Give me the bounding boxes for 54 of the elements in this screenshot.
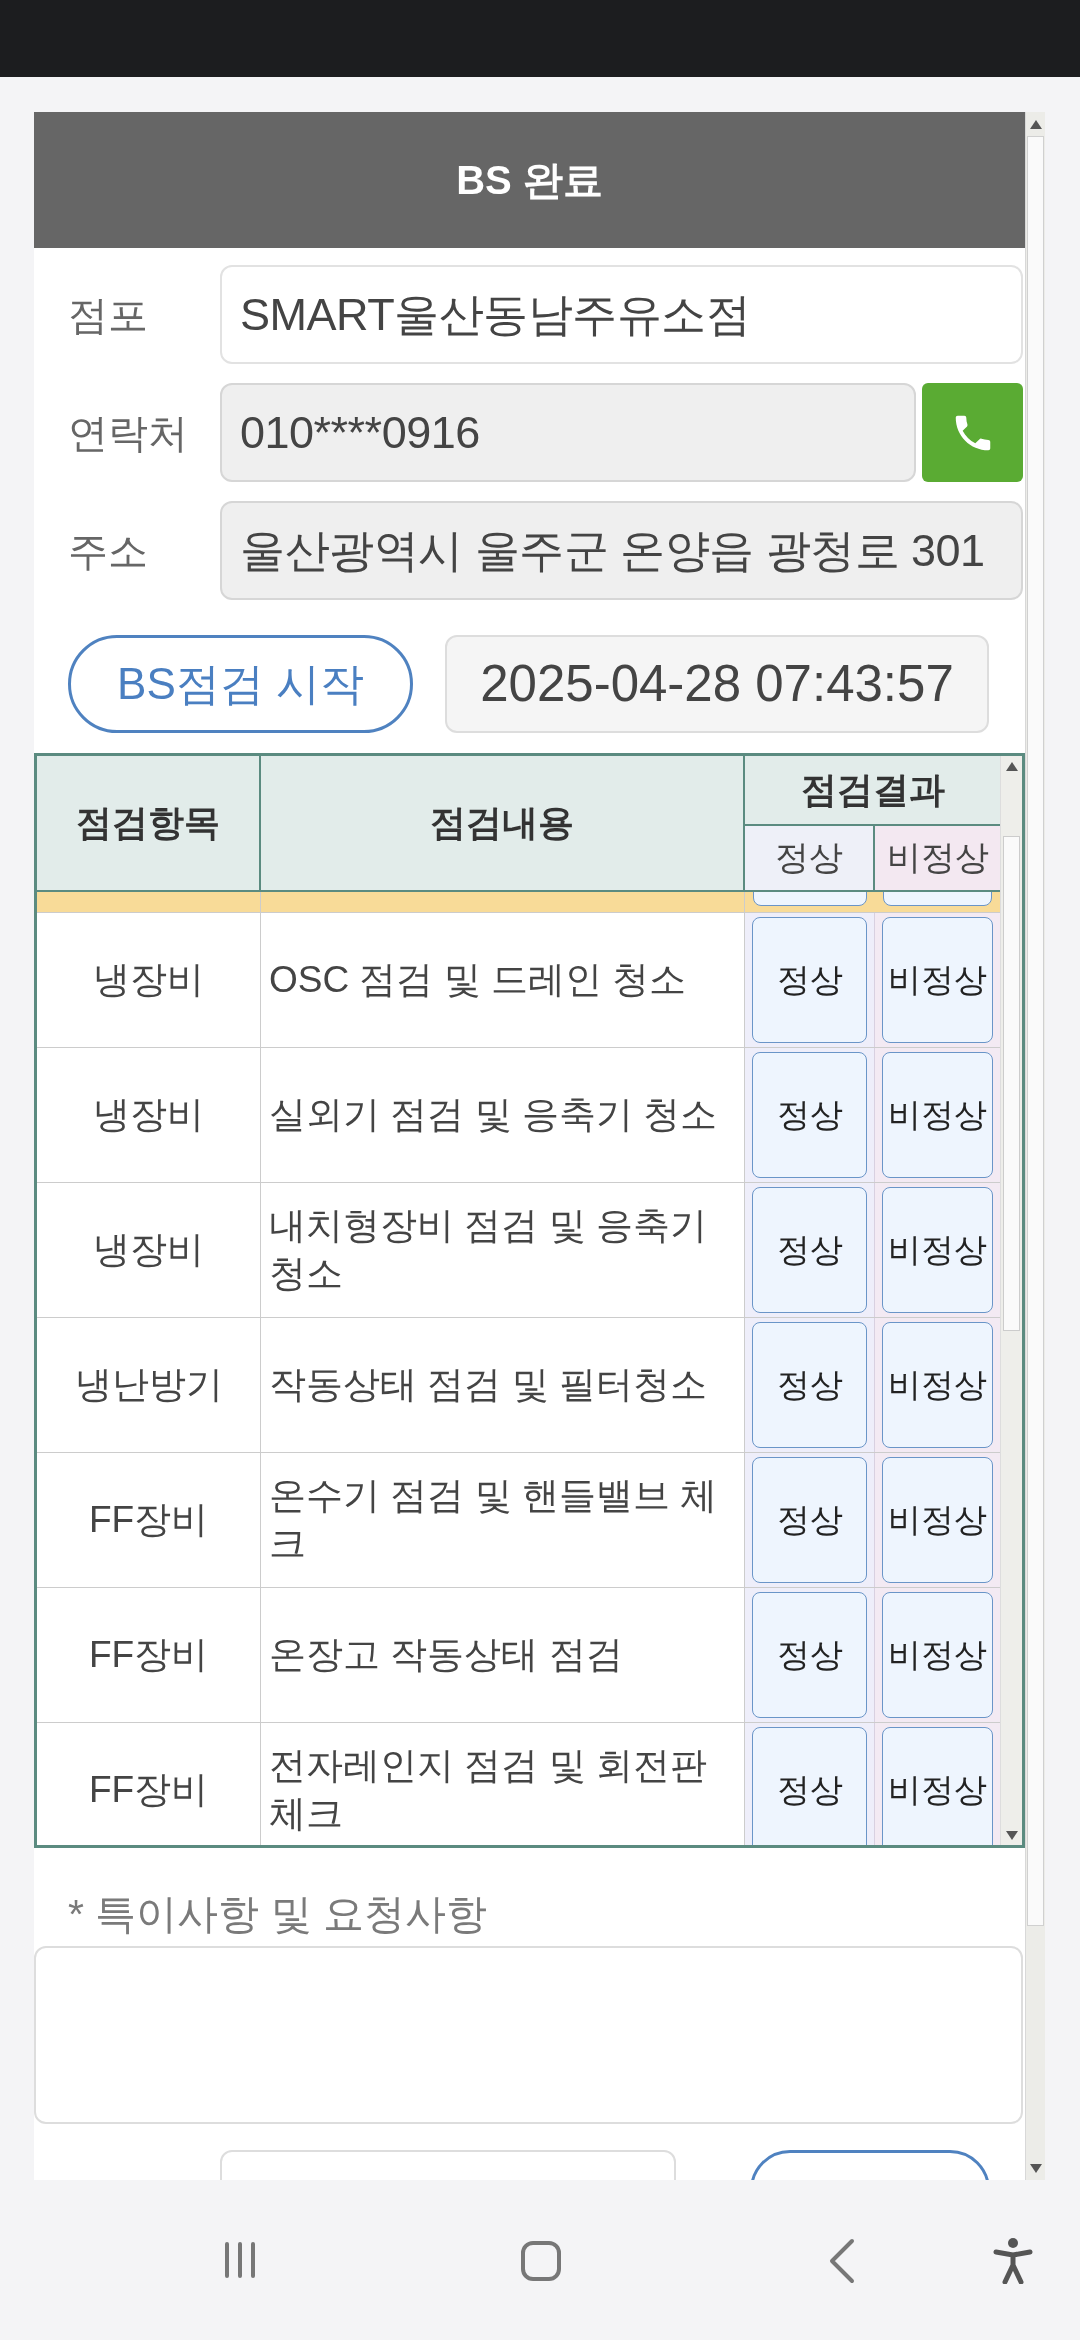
column-header: 점검항목 [37,756,261,890]
page-title: BS 완료 [456,157,603,204]
start-inspection-button[interactable]: BS점검 시작 [68,635,413,733]
scrollbar[interactable] [1000,756,1022,1845]
abnormal-button[interactable]: 비정상 [882,917,993,1043]
notes-field[interactable] [34,1945,1023,2124]
table-cell: 냉장비 [37,913,261,1047]
normal-button[interactable]: 정상 [752,1187,867,1313]
table-cell: FF장비 [37,1453,261,1587]
timestamp-field: 2025-04-28 07:43:57 [445,635,989,733]
notes-label: * 특이사항 및 요청사항 [68,1891,488,1937]
table-cell-text: 내치형장비 점검 및 응축기 청소 [269,1204,708,1296]
table-cell-text: 온수기 점검 및 핸들밸브 체크 [269,1474,719,1566]
field-label: 주소 [67,527,149,575]
back-icon[interactable] [828,2238,856,2284]
abnormal-button[interactable]: 비정상 [882,1727,993,1845]
text-field[interactable]: 울산광역시 울주군 온양읍 광청로 301 [220,501,1023,600]
abnormal-button[interactable]: 비정상 [882,1187,993,1313]
phone-field[interactable]: 010****0916 [220,383,916,482]
column-header: 비정상 [875,825,1000,890]
text-field[interactable]: SMART울산동남주유소점 [220,265,1023,364]
page-scrollbar[interactable] [1025,112,1045,2180]
abnormal-button[interactable]: 비정상 [882,1592,993,1718]
normal-button[interactable]: 정상 [752,1727,867,1845]
abnormal-button[interactable]: 비정상 [882,1457,993,1583]
abnormal-button[interactable]: 비정상 [882,1322,993,1448]
table-cell-text: 작동상태 점검 및 필터청소 [269,1363,707,1407]
normal-button[interactable]: 정상 [752,1457,867,1583]
home-icon[interactable] [520,2240,562,2282]
abnormal-button[interactable]: 비정상 [882,1052,993,1178]
normal-button[interactable]: 정상 [752,1322,867,1448]
table-cell-text: OSC 점검 및 드레인 청소 [269,958,687,1002]
column-header: 점검내용 [261,756,745,890]
normal-button[interactable]: 정상 [752,1052,867,1178]
table-cell: FF장비 [37,1723,261,1845]
table-cell: 냉난방기 [37,1318,261,1452]
scroll-down-icon[interactable] [1029,2163,1042,2173]
table-cell-text: 전자레인지 점검 및 회전판 체크 [269,1744,708,1836]
table-cell-text: 온장고 작동상태 점검 [269,1633,623,1677]
accessibility-icon[interactable] [993,2238,1033,2284]
normal-button[interactable]: 정상 [752,1592,867,1718]
scroll-up-icon[interactable] [1029,119,1042,129]
table-cell-text: 실외기 점검 및 응축기 청소 [269,1093,718,1137]
table-cell: FF장비 [37,1588,261,1722]
field-label: 연락처 [67,409,189,457]
scroll-up-icon[interactable] [1005,761,1018,771]
normal-button[interactable]: 정상 [752,917,867,1043]
table-cell: 냉장비 [37,1183,261,1317]
table-cell: 냉장비 [37,1048,261,1182]
field-label: 점포 [67,291,149,339]
call-button[interactable] [922,383,1023,482]
scroll-down-icon[interactable] [1005,1830,1018,1840]
column-header: 점검결과 [745,756,1000,826]
column-header: 정상 [745,825,875,890]
